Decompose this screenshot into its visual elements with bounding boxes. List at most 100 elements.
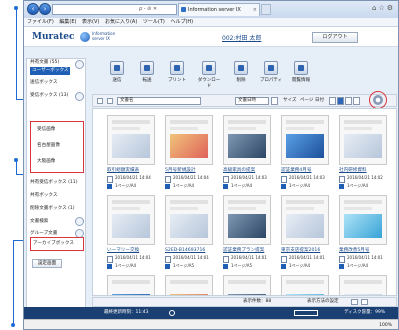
- size-label[interactable]: サイズ: [283, 97, 296, 105]
- add-icon[interactable]: [75, 92, 84, 101]
- doc-title[interactable]: S2ED-B14693716: [165, 248, 205, 254]
- forward-doc-button[interactable]: 転送: [134, 61, 160, 83]
- doc-thumbnail[interactable]: [339, 195, 387, 245]
- logout-button[interactable]: ログアウト: [312, 32, 358, 43]
- doc-thumbnail[interactable]: [107, 275, 155, 295]
- doc-title[interactable]: 高級家具の提案: [223, 168, 255, 174]
- sidebar-item-user-box[interactable]: ユーザーボックス (55): [30, 67, 70, 81]
- doc-info-icon[interactable]: [339, 184, 344, 189]
- address-tools[interactable]: ρ - ⊘ ✕: [139, 4, 157, 15]
- forward-label: 転送: [142, 78, 152, 83]
- delete-button[interactable]: 削除: [228, 61, 254, 83]
- menu-view[interactable]: 表示(V): [82, 19, 99, 25]
- sort-order-toggle[interactable]: [271, 97, 278, 105]
- menu-file[interactable]: ファイル(F): [27, 19, 54, 25]
- sidebar-item-nagoya[interactable]: 名古屋画像: [37, 142, 60, 149]
- new-tab-button[interactable]: [261, 4, 271, 15]
- view-detail-button[interactable]: [353, 97, 360, 105]
- properties-button[interactable]: プロパティ: [258, 61, 284, 83]
- menu-edit[interactable]: 編集(E): [59, 19, 76, 25]
- sidebar-item-shared-recv[interactable]: 共有受信ボックス (11): [30, 179, 78, 186]
- send-label: 送信: [112, 78, 122, 83]
- doc-date: 2016/04/11 14:01: [347, 255, 383, 260]
- next-page-icon[interactable]: [361, 299, 368, 305]
- doc-thumbnail[interactable]: [165, 115, 213, 165]
- zoom-level[interactable]: 100%: [379, 320, 392, 329]
- doc-title[interactable]: いーマリー交換: [107, 248, 139, 254]
- close-tab-icon[interactable]: ×: [253, 4, 257, 16]
- view-large-button[interactable]: [345, 97, 352, 105]
- list-mode-checkbox[interactable]: [107, 98, 113, 104]
- gear-icon[interactable]: [373, 95, 383, 105]
- back-button[interactable]: ‹: [27, 3, 39, 15]
- download-button[interactable]: ダウンロード: [196, 61, 222, 89]
- browser-tab[interactable]: Information server IX ×: [178, 3, 260, 16]
- window-tools[interactable]: ⌂☆⚙: [372, 4, 395, 12]
- doc-thumbnail[interactable]: [223, 275, 271, 295]
- sidebar-item-osaka[interactable]: 大阪画像: [37, 158, 55, 165]
- sidebar-item-sent-box[interactable]: 送信ボックス: [30, 79, 57, 86]
- doc-info-icon[interactable]: [165, 264, 170, 269]
- doc-thumbnail[interactable]: [165, 275, 213, 295]
- annotation-line: [16, 160, 17, 174]
- doc-thumbnail[interactable]: [223, 115, 271, 165]
- send-button[interactable]: 送信: [104, 61, 130, 83]
- select-all-checkbox[interactable]: [97, 98, 103, 104]
- doc-info-icon[interactable]: [107, 264, 112, 269]
- doc-title[interactable]: 社内研修資料: [339, 168, 367, 174]
- browser-window: ‹ › ρ - ⊘ ✕ Information server IX × ⌂☆⚙ …: [23, 0, 399, 330]
- doc-title[interactable]: 認証業務4月号: [281, 168, 312, 174]
- doc-info-icon[interactable]: [281, 264, 286, 269]
- doc-thumbnail[interactable]: [223, 195, 271, 245]
- view-list-button[interactable]: [329, 97, 336, 105]
- menu-help[interactable]: ヘルプ(H): [170, 19, 193, 25]
- date-label[interactable]: 日付: [315, 97, 324, 105]
- sidebar-recv-header[interactable]: 受信ボックス (13): [30, 92, 68, 99]
- sidebar-shared-header[interactable]: 共有文書 (55): [30, 59, 59, 66]
- sidebar-item-archive-box[interactable]: アーカイブボックス: [33, 240, 74, 247]
- doc-thumbnail[interactable]: [165, 195, 213, 245]
- forward-button[interactable]: ›: [39, 3, 51, 15]
- doc-info-icon[interactable]: [107, 184, 112, 189]
- doc-title[interactable]: 取引総額実績表: [107, 168, 139, 174]
- doc-thumbnail[interactable]: [281, 195, 329, 245]
- doc-title[interactable]: 業務改善5月号: [339, 248, 370, 254]
- prev-page-icon[interactable]: [351, 299, 358, 305]
- doc-thumbnail[interactable]: [281, 275, 329, 295]
- doc-title[interactable]: 認証業務プラン提案: [223, 248, 264, 254]
- display-settings-link[interactable]: 表示方法の設定: [307, 298, 339, 306]
- doc-thumbnail[interactable]: [281, 115, 329, 165]
- doc-title[interactable]: 東京支店提案2016: [281, 248, 320, 254]
- search-icon[interactable]: [75, 217, 84, 226]
- doc-title[interactable]: 5月号新規設計: [165, 168, 196, 174]
- doc-info-icon[interactable]: [223, 264, 228, 269]
- doc-thumbnail[interactable]: [339, 115, 387, 165]
- doc-name-select[interactable]: 文書名: [117, 97, 201, 105]
- menu-tools[interactable]: ツール(T): [143, 19, 165, 25]
- address-bar[interactable]: [52, 4, 177, 15]
- sort-select[interactable]: 文書日時: [235, 97, 269, 105]
- sidebar-item-shared-box[interactable]: 共有ボックス: [30, 192, 57, 199]
- page-label[interactable]: ページ: [300, 97, 313, 105]
- sidebar-item-deleted-box[interactable]: 削除文書ボックス (1): [30, 205, 75, 212]
- print-button[interactable]: プリント: [164, 61, 190, 83]
- doc-pages: 1ページ/A4: [115, 183, 137, 188]
- sidebar-arrange-header[interactable]: グループ文書: [30, 230, 57, 237]
- view-info-button[interactable]: 閲覧情報: [288, 61, 314, 83]
- doc-info-icon[interactable]: [223, 184, 228, 189]
- doc-info-icon[interactable]: [165, 184, 170, 189]
- user-link[interactable]: 002:村田 太郎: [222, 33, 261, 42]
- sidebar-item-recv-image[interactable]: 受信画像: [37, 126, 55, 133]
- menu-favorites[interactable]: お気に入り(A): [105, 19, 137, 25]
- doc-thumbnail[interactable]: [107, 115, 155, 165]
- doc-thumbnail[interactable]: [107, 195, 155, 245]
- settings-screen-button[interactable]: 設定画面: [32, 259, 62, 268]
- zoom-controls[interactable]: [294, 310, 318, 316]
- sidebar-item-doc-search[interactable]: 文書検索: [30, 218, 48, 225]
- view-grid-button[interactable]: [337, 97, 344, 105]
- doc-info-icon[interactable]: [339, 264, 344, 269]
- doc-info-icon[interactable]: [281, 184, 286, 189]
- refresh-icon[interactable]: [75, 60, 84, 69]
- doc-thumbnail[interactable]: [339, 275, 387, 295]
- refresh-footer-icon[interactable]: [169, 310, 175, 316]
